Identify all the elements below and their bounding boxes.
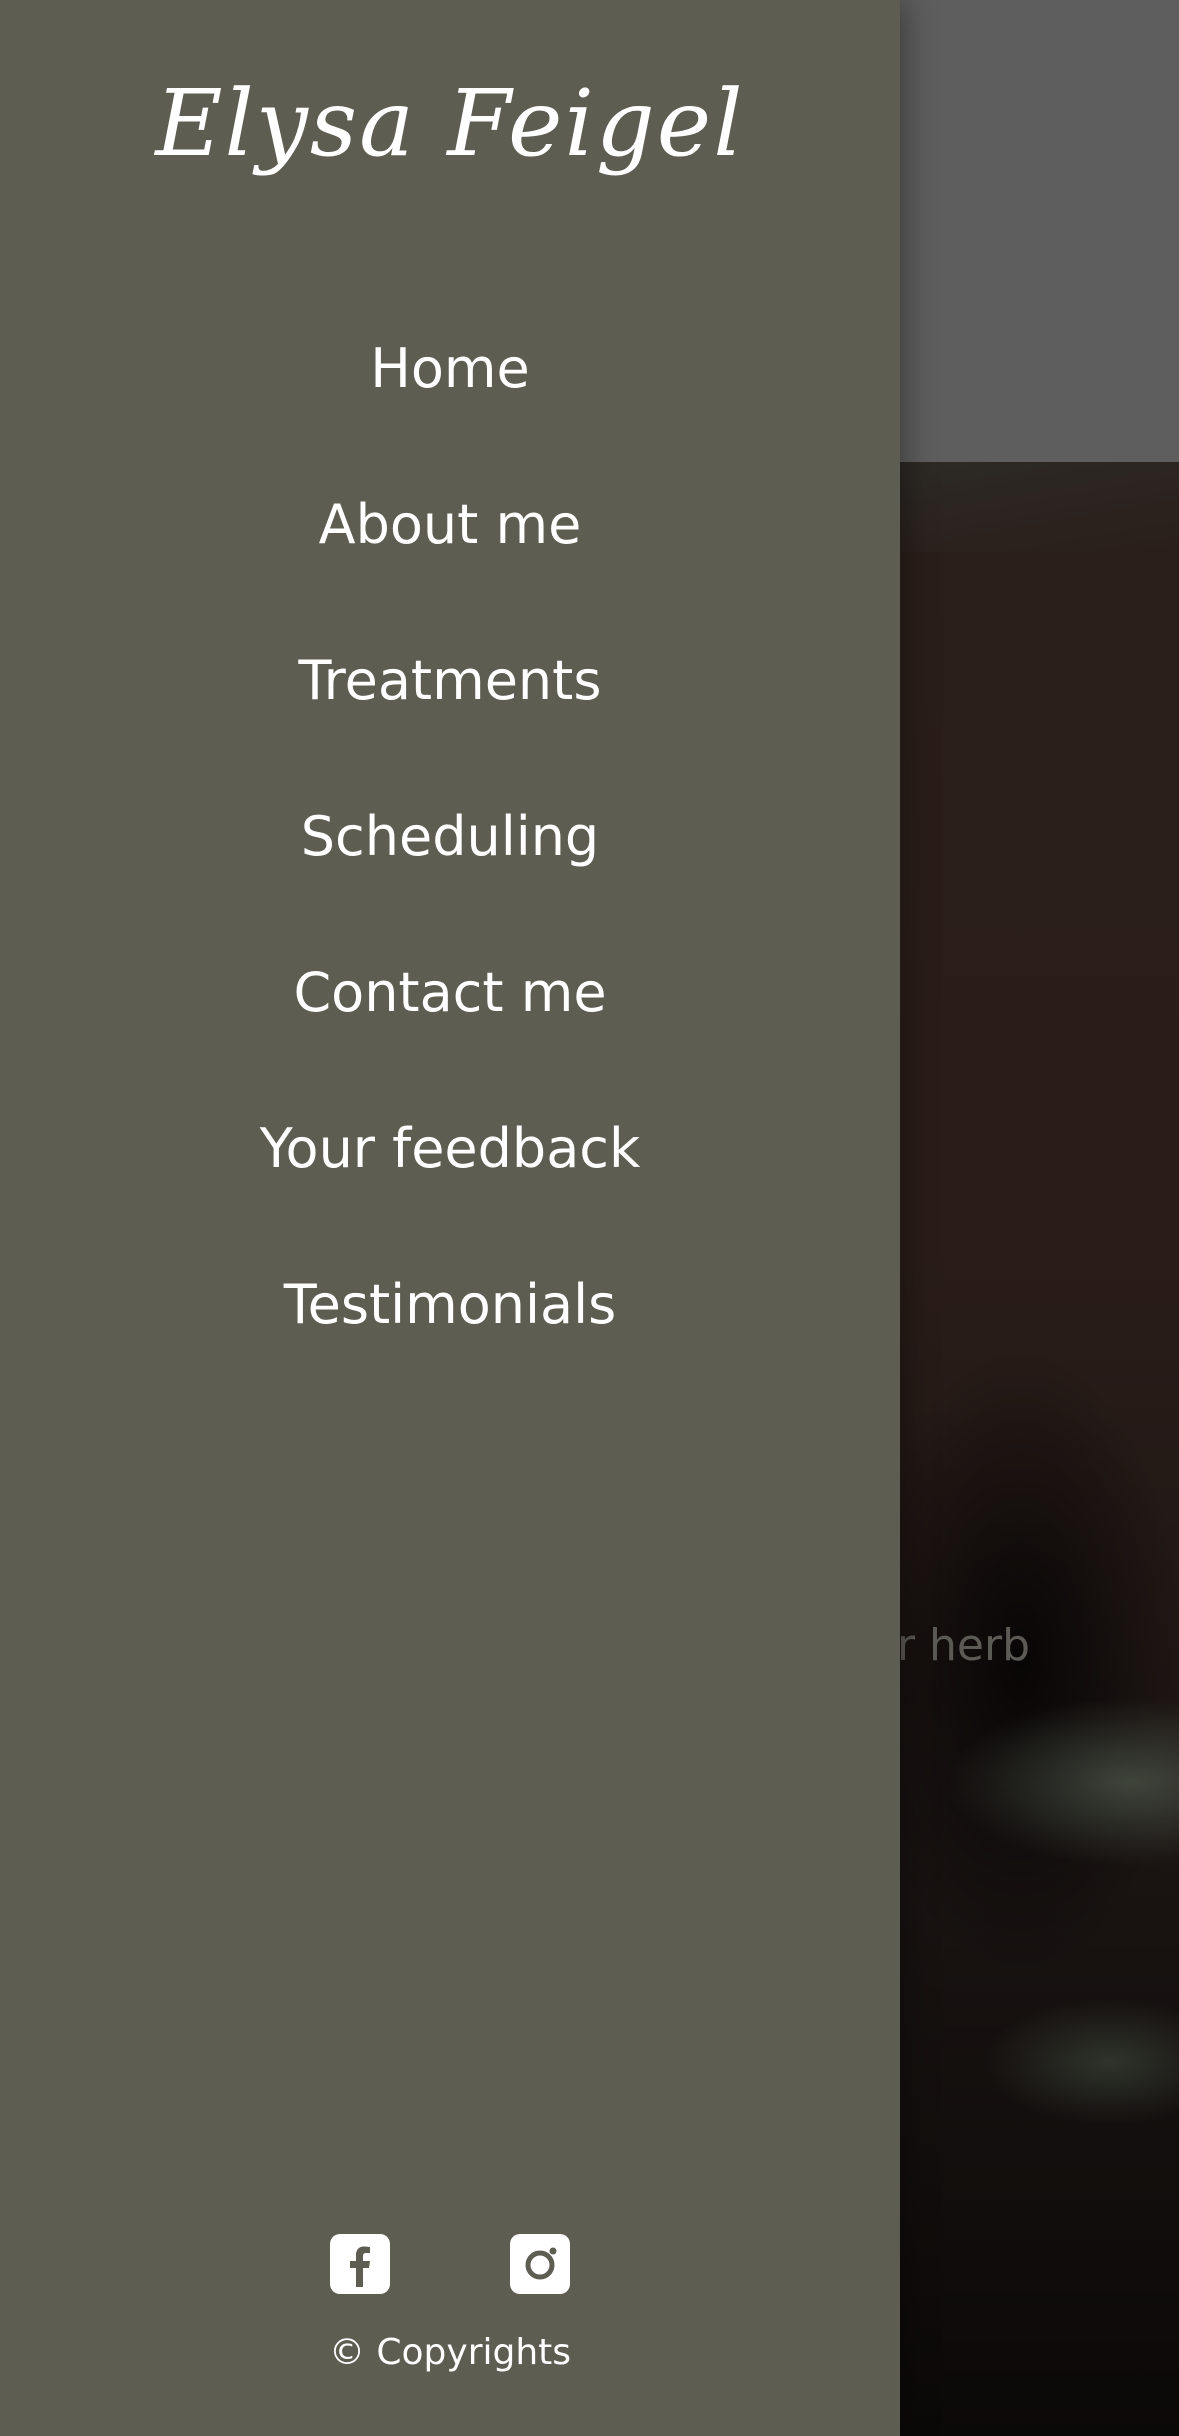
social-links <box>0 2234 900 2294</box>
side-drawer-menu: Elysa Feigel Home About me Treatments Sc… <box>0 0 900 2436</box>
nav-item-testimonials: Testimonials <box>0 1226 900 1382</box>
facebook-icon <box>350 2246 370 2287</box>
nav-link-testimonials[interactable]: Testimonials <box>284 1273 616 1336</box>
nav-link-feedback[interactable]: Your feedback <box>260 1117 641 1180</box>
background-hero-shape <box>900 462 1179 552</box>
copyright-text: © Copyrights <box>328 2332 572 2373</box>
nav-item-treatments: Treatments <box>0 602 900 758</box>
brand-logo[interactable]: Elysa Feigel <box>0 70 900 177</box>
nav-item-home: Home <box>0 290 900 446</box>
nav-link-scheduling[interactable]: Scheduling <box>301 805 599 868</box>
nav-link-about[interactable]: About me <box>319 493 582 556</box>
nav-item-feedback: Your feedback <box>0 1070 900 1226</box>
nav-link-contact[interactable]: Contact me <box>293 961 606 1024</box>
nav-item-contact: Contact me <box>0 914 900 1070</box>
nav-link-treatments[interactable]: Treatments <box>299 649 602 712</box>
facebook-link[interactable] <box>330 2234 390 2294</box>
instagram-icon <box>525 2247 557 2280</box>
nav-item-scheduling: Scheduling <box>0 758 900 914</box>
page: er herb Elysa Feigel Home About me Treat… <box>0 0 1179 2436</box>
nav-list: Home About me Treatments Scheduling Cont… <box>0 290 900 1382</box>
instagram-link[interactable] <box>510 2234 570 2294</box>
nav-link-home[interactable]: Home <box>370 337 529 400</box>
nav-item-about: About me <box>0 446 900 602</box>
